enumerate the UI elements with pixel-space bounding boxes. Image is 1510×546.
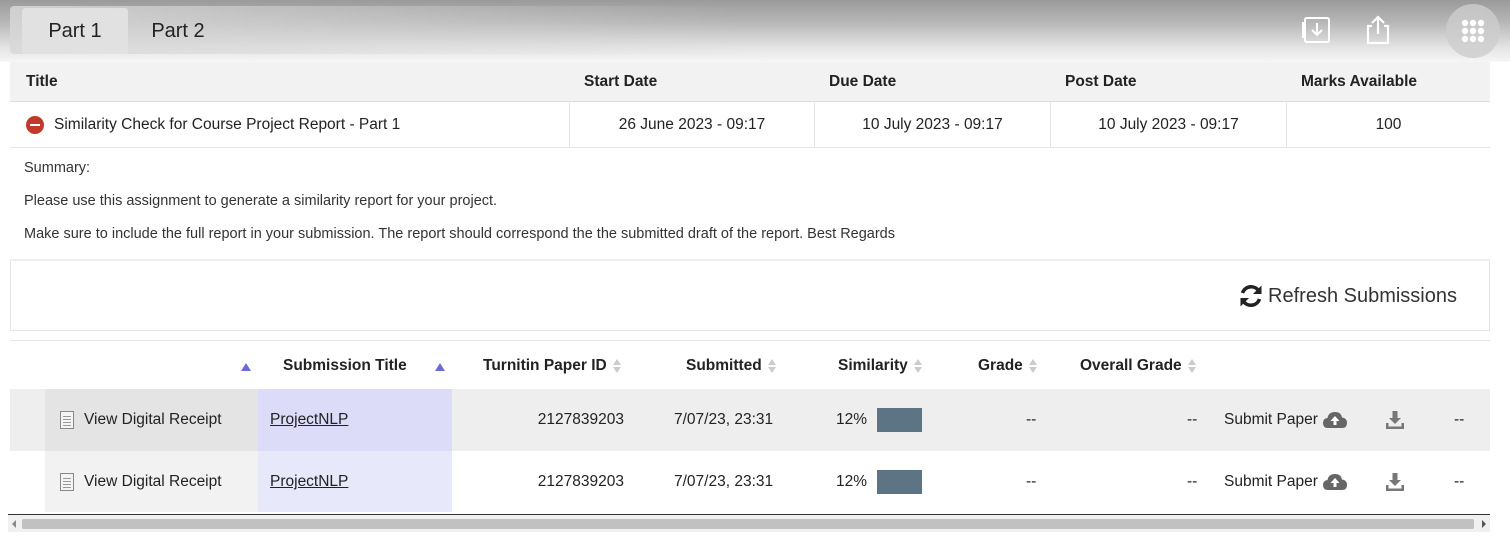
post-date: 10 July 2023 - 09:17: [1051, 101, 1287, 148]
marks-available: 100: [1375, 115, 1402, 133]
document-icon: [60, 411, 74, 429]
refresh-icon: [1240, 284, 1262, 308]
submitted-date: 7/07/23, 23:31: [674, 411, 774, 428]
header-marks-available: Marks Available: [1301, 72, 1418, 90]
cloud-upload-icon: [1322, 474, 1347, 490]
header-submitted[interactable]: Submitted: [686, 357, 776, 375]
sort-icon[interactable]: [612, 358, 621, 374]
summary-line: Make sure to include the full report in …: [24, 226, 895, 242]
app-launcher-grid-icon[interactable]: [1446, 4, 1500, 58]
tab-part-1[interactable]: Part 1: [22, 8, 128, 54]
submissions-table: Submission Title Turnitin Paper ID Submi…: [10, 340, 1490, 512]
submit-paper-button[interactable]: Submit Paper: [1224, 451, 1348, 512]
tab-part-2[interactable]: Part 2: [128, 8, 228, 54]
assignment-summary: Summary: Please use this assignment to g…: [24, 160, 895, 259]
scroll-right-arrow-icon[interactable]: [1482, 520, 1486, 528]
view-digital-receipt-link[interactable]: View Digital Receipt: [45, 451, 258, 512]
sort-icon[interactable]: [1187, 358, 1196, 374]
assignment-row[interactable]: Similarity Check for Course Project Repo…: [10, 101, 1490, 148]
header-title: Title: [26, 72, 58, 90]
scroll-left-arrow-icon[interactable]: [12, 520, 16, 528]
similarity-cell[interactable]: 12%: [836, 389, 923, 451]
similarity-bar[interactable]: [877, 408, 923, 432]
similarity-percent: 12%: [836, 473, 868, 490]
similarity-percent: 12%: [836, 411, 868, 428]
extra-value: --: [1454, 473, 1465, 490]
submission-title-cell: ProjectNLP: [258, 451, 452, 512]
horizontal-scrollbar[interactable]: [8, 514, 1490, 532]
header-paper-id[interactable]: Turnitin Paper ID: [483, 357, 621, 375]
table-row: View Digital Receipt ProjectNLP 21278392…: [10, 451, 1490, 512]
assignment-header-row: Title Start Date Due Date Post Date Mark…: [10, 62, 1490, 102]
tab-bar: Part 1 Part 2: [10, 6, 1230, 54]
download-icon[interactable]: [1384, 451, 1406, 512]
submitted-date: 7/07/23, 23:31: [674, 473, 774, 490]
top-toolbar: Part 1 Part 2: [0, 0, 1510, 62]
header-due-date: Due Date: [829, 72, 897, 90]
submission-title-cell: ProjectNLP: [258, 389, 452, 451]
header-post-date: Post Date: [1065, 72, 1137, 90]
view-digital-receipt-link[interactable]: View Digital Receipt: [45, 389, 258, 451]
similarity-bar[interactable]: [877, 470, 923, 494]
download-icon[interactable]: [1384, 389, 1406, 451]
submission-title-link[interactable]: ProjectNLP: [270, 473, 348, 490]
submission-title-link[interactable]: ProjectNLP: [270, 411, 348, 428]
sort-ascending-icon[interactable]: [435, 358, 445, 376]
paper-id: 2127839203: [537, 411, 624, 428]
download-doc-icon[interactable]: [1301, 14, 1333, 46]
header-submission-title[interactable]: Submission Title: [283, 357, 407, 375]
submissions-header-row: Submission Title Turnitin Paper ID Submi…: [10, 341, 1490, 389]
summary-label: Summary:: [24, 160, 91, 176]
sort-icon[interactable]: [913, 358, 922, 374]
table-row: View Digital Receipt ProjectNLP 21278392…: [10, 389, 1490, 451]
share-icon[interactable]: [1362, 14, 1394, 46]
sort-icon[interactable]: [767, 358, 776, 374]
assignment-table: Title Start Date Due Date Post Date Mark…: [10, 62, 1490, 148]
overall-grade: --: [1187, 411, 1198, 428]
submit-paper-button[interactable]: Submit Paper: [1224, 389, 1348, 451]
minus-circle-icon[interactable]: [26, 115, 44, 134]
refresh-submissions-button[interactable]: Refresh Submissions: [1238, 283, 1457, 309]
cloud-upload-icon: [1322, 412, 1347, 428]
sort-ascending-icon[interactable]: [241, 358, 251, 376]
due-date: 10 July 2023 - 09:17: [815, 101, 1051, 148]
paper-id: 2127839203: [537, 473, 624, 490]
grade: --: [1026, 411, 1037, 428]
start-date: 26 June 2023 - 09:17: [570, 101, 815, 148]
document-icon: [60, 473, 74, 491]
header-start-date: Start Date: [584, 72, 658, 90]
sort-icon[interactable]: [1028, 358, 1037, 374]
header-grade[interactable]: Grade: [978, 357, 1037, 375]
assignment-title: Similarity Check for Course Project Repo…: [54, 115, 401, 133]
grade: --: [1026, 473, 1037, 490]
header-overall-grade[interactable]: Overall Grade: [1080, 357, 1196, 375]
overall-grade: --: [1187, 473, 1198, 490]
summary-line: Please use this assignment to generate a…: [24, 193, 498, 209]
header-similarity[interactable]: Similarity: [838, 357, 922, 375]
scrollbar-thumb[interactable]: [22, 519, 1474, 529]
refresh-panel: Refresh Submissions: [10, 261, 1490, 331]
assignment-title-cell[interactable]: Similarity Check for Course Project Repo…: [10, 101, 570, 148]
similarity-cell[interactable]: 12%: [836, 451, 923, 512]
extra-value: --: [1454, 411, 1465, 428]
refresh-label: Refresh Submissions: [1268, 284, 1457, 307]
